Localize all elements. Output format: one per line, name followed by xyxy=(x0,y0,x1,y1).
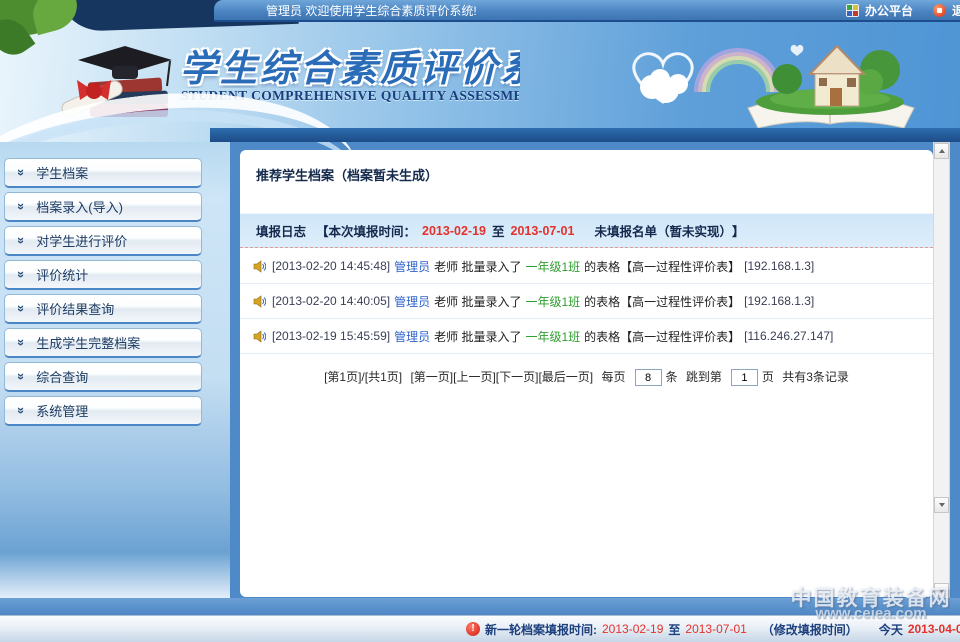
office-platform-link[interactable]: 办公平台 xyxy=(865,2,913,19)
user-link[interactable]: 管理员 xyxy=(394,293,430,310)
scroll-down-button[interactable] xyxy=(934,497,949,513)
sidebar-item-comprehensive-query[interactable]: » 综合查询 xyxy=(4,362,202,392)
chevron-down-icon: » xyxy=(14,237,29,244)
status-bar: ! 新一轮档案填报时间: 2013-02-19 至 2013-07-01 （修改… xyxy=(0,615,960,642)
arrow-up-icon xyxy=(939,149,945,153)
site-title: 学生综合素质评价系统 xyxy=(180,38,520,88)
ip-address: [192.168.1.3] xyxy=(744,294,814,308)
house-book-illustration xyxy=(730,32,930,132)
jump-page-input[interactable] xyxy=(731,369,758,386)
modify-time-link[interactable]: （修改填报时间） xyxy=(762,621,858,638)
log-entry: [2013-02-20 14:40:05] 管理员 老师 批量录入了 一年级1班… xyxy=(240,284,933,319)
welcome-message: 管理员 欢迎使用学生综合素质评价系统! xyxy=(266,2,477,19)
user-link[interactable]: 管理员 xyxy=(394,328,430,345)
user-link[interactable]: 管理员 xyxy=(394,258,430,275)
logout-icon xyxy=(933,4,946,17)
office-platform-icon xyxy=(846,4,859,17)
sidebar-item-generate-archive[interactable]: » 生成学生完整档案 xyxy=(4,328,202,358)
header-banner: 管理员 欢迎使用学生综合素质评价系统! 办公平台 退出 学生综合素质评价系统 S… xyxy=(0,0,960,142)
content-panel: 推荐学生档案（档案暂未生成） 填报日志 【本次填报时间： 2013-02-19 … xyxy=(240,150,933,597)
sidebar: » 学生档案 » 档案录入(导入) » 对学生进行评价 » 评价统计 » 评价结… xyxy=(0,142,230,598)
class-name: 一年级1班 xyxy=(525,293,580,310)
content-scrollbar[interactable] xyxy=(933,142,950,600)
bottom-blue-strip xyxy=(0,598,960,615)
speaker-icon xyxy=(253,260,266,273)
scroll-down-button[interactable] xyxy=(934,583,949,599)
next-page-link[interactable]: [下一页] xyxy=(496,370,539,384)
sidebar-item-system-management[interactable]: » 系统管理 xyxy=(4,396,202,426)
chevron-down-icon: » xyxy=(14,407,29,414)
report-end-date: 2013-07-01 xyxy=(511,224,575,238)
first-page-link[interactable]: [第一页] xyxy=(410,370,453,384)
speaker-icon xyxy=(253,330,266,343)
sidebar-item-evaluation-stats[interactable]: » 评价统计 xyxy=(4,260,202,290)
ip-address: [116.246.27.147] xyxy=(744,329,833,343)
class-name: 一年级1班 xyxy=(525,258,580,275)
chevron-down-icon: » xyxy=(14,339,29,346)
banner-bottom-band xyxy=(210,128,960,142)
sidebar-item-result-query[interactable]: » 评价结果查询 xyxy=(4,294,202,324)
last-page-link[interactable]: [最后一页] xyxy=(538,370,593,384)
chevron-down-icon: » xyxy=(14,305,29,312)
top-bar: 管理员 欢迎使用学生综合素质评价系统! 办公平台 退出 xyxy=(214,0,960,22)
speaker-icon xyxy=(253,295,266,308)
status-end-date: 2013-07-01 xyxy=(685,622,746,636)
page-indicator: [第1页]/[共1页] xyxy=(324,370,402,384)
chevron-down-icon: » xyxy=(14,169,29,176)
total-records: 共有3条记录 xyxy=(782,370,849,384)
alert-icon: ! xyxy=(466,622,480,636)
log-entry: [2013-02-20 14:45:48] 管理员 老师 批量录入了 一年级1班… xyxy=(240,249,933,284)
sidebar-item-evaluate-students[interactable]: » 对学生进行评价 xyxy=(4,226,202,256)
logout-link[interactable]: 退出 xyxy=(952,2,960,19)
page-title: 推荐学生档案（档案暂未生成） xyxy=(256,165,438,184)
arrow-down-icon xyxy=(939,589,945,593)
today-date: 2013-04-06 xyxy=(908,622,960,636)
log-list: [2013-02-20 14:45:48] 管理员 老师 批量录入了 一年级1班… xyxy=(240,249,933,354)
prev-page-link[interactable]: [上一页] xyxy=(453,370,496,384)
chevron-down-icon: » xyxy=(14,373,29,380)
scroll-up-button[interactable] xyxy=(934,143,949,159)
app-window: 管理员 欢迎使用学生综合素质评价系统! 办公平台 退出 学生综合素质评价系统 S… xyxy=(0,0,960,642)
sidebar-item-student-archive[interactable]: » 学生档案 xyxy=(4,158,202,188)
chevron-down-icon: » xyxy=(14,271,29,278)
class-name: 一年级1班 xyxy=(525,328,580,345)
pagination-bar: [第1页]/[共1页] [第一页][上一页][下一页][最后一页] 每页条 跳到… xyxy=(240,368,933,386)
status-start-date: 2013-02-19 xyxy=(602,622,663,636)
ip-address: [192.168.1.3] xyxy=(744,259,814,273)
log-header: 填报日志 【本次填报时间： 2013-02-19 至 2013-07-01 未填… xyxy=(240,213,933,248)
chevron-down-icon: » xyxy=(14,203,29,210)
pending-list-label: 未填报名单（暂未实现） xyxy=(594,221,732,240)
arrow-down-icon xyxy=(939,503,945,507)
log-entry: [2013-02-19 15:45:59] 管理员 老师 批量录入了 一年级1班… xyxy=(240,319,933,354)
report-start-date: 2013-02-19 xyxy=(422,224,486,238)
status-label: 新一轮档案填报时间: xyxy=(485,621,597,638)
log-header-title: 填报日志 xyxy=(256,221,306,240)
per-page-input[interactable] xyxy=(635,369,662,386)
sidebar-item-archive-entry[interactable]: » 档案录入(导入) xyxy=(4,192,202,222)
